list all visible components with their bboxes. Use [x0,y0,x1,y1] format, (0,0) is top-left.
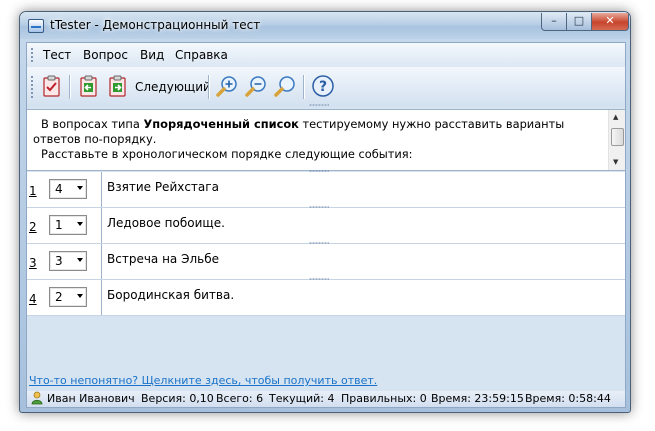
question-text: В вопросах типа Упорядоченный список тес… [33,117,603,162]
splitter-handle[interactable] [309,104,329,106]
answer-row: 4 2 Бородинская битва. [27,280,625,316]
toolbar-separator [208,75,210,99]
answer-order-cell: 1 4 [27,172,102,207]
answer-row: 3 3 Встреча на Эльбе [27,244,625,280]
menu-help[interactable]: Справка [175,48,228,62]
dropdown-arrow-icon [77,258,83,262]
help-link[interactable]: Что-то непонятно? Щелкните здесь, чтобы … [29,374,377,387]
scroll-thumb[interactable] [611,128,624,146]
test-checklist-icon[interactable] [40,74,64,98]
scroll-down-arrow[interactable]: ▼ [613,158,618,166]
question-line1-prefix: В вопросах типа [41,117,144,131]
dropdown-arrow-icon [77,294,83,298]
dropdown-arrow-icon [77,186,83,190]
toolbar-grip-handle[interactable] [31,76,35,98]
minimize-button[interactable]: – [541,13,567,31]
order-dropdown[interactable]: 2 [49,287,87,307]
answer-text: Бородинская битва. [107,288,235,302]
order-dropdown[interactable]: 3 [49,251,87,271]
menu-grip-handle[interactable] [31,48,35,62]
question-scrollbar[interactable]: ▲ ▼ [608,110,625,170]
next-question-icon[interactable] [106,74,130,98]
next-button-label[interactable]: Следующий [135,80,211,94]
dropdown-arrow-icon [77,222,83,226]
toolbar: Следующий ? [27,67,625,107]
toolbar-separator [303,75,305,99]
answer-list: 1 4 Взятие Рейхстага 2 1 Ледовое побоище… [27,172,625,316]
answer-order-cell: 2 1 [27,208,102,243]
answer-text: Взятие Рейхстага [107,180,219,194]
client-area: Тест Вопрос Вид Справка Следующий ? В во… [26,42,626,408]
zoom-reset-icon[interactable] [273,74,297,98]
app-window: tTester - Демонстрационный тест – □ ✕ Те… [19,11,631,413]
answer-number: 1 [29,184,37,198]
status-total: Всего: 6 [216,392,264,405]
zoom-out-icon[interactable] [244,74,268,98]
previous-question-icon[interactable] [77,74,101,98]
question-panel: В вопросах типа Упорядоченный список тес… [27,109,625,171]
status-correct: Правильных: 0 [341,392,427,405]
user-icon [31,391,43,408]
app-icon [28,19,44,33]
question-type-name: Упорядоченный список [143,117,299,131]
window-title: tTester - Демонстрационный тест [50,18,261,32]
answer-text: Встреча на Эльбе [107,252,219,266]
svg-text:?: ? [319,79,327,95]
answer-order-cell: 3 3 [27,244,102,279]
answer-order-cell: 4 2 [27,280,102,315]
status-current: Текущий: 4 [269,392,335,405]
order-value: 1 [55,218,63,232]
menu-test[interactable]: Тест [43,48,71,62]
menu-question[interactable]: Вопрос [83,48,128,62]
menu-bar: Тест Вопрос Вид Справка [27,43,625,67]
menu-view[interactable]: Вид [140,48,164,62]
answer-text: Ледовое побоище. [107,216,225,230]
status-user: Иван Иванович [47,392,135,405]
answer-row: 2 1 Ледовое побоище. [27,208,625,244]
order-value: 2 [55,290,63,304]
question-instruction: Расставьте в хронологическом порядке сле… [41,147,413,161]
status-time: Время: 23:59:15 [431,392,524,405]
status-version: Версия: 0,10 [141,392,214,405]
order-dropdown[interactable]: 1 [49,215,87,235]
toolbar-separator [69,75,71,99]
maximize-button[interactable]: □ [566,13,592,31]
answer-number: 2 [29,220,37,234]
help-icon[interactable]: ? [311,74,335,98]
order-value: 4 [55,182,63,196]
status-bar: Иван Иванович Версия: 0,10 Всего: 6 Теку… [27,391,625,407]
answer-number: 3 [29,256,37,270]
close-button[interactable]: ✕ [591,13,629,31]
scroll-up-arrow[interactable]: ▲ [613,113,618,121]
answer-number: 4 [29,292,37,306]
order-dropdown[interactable]: 4 [49,179,87,199]
zoom-in-icon[interactable] [215,74,239,98]
order-value: 3 [55,254,63,268]
answer-row: 1 4 Взятие Рейхстага [27,172,625,208]
title-bar[interactable]: tTester - Демонстрационный тест – □ ✕ [20,12,630,39]
status-elapsed: Время: 0:58:44 [525,392,611,405]
